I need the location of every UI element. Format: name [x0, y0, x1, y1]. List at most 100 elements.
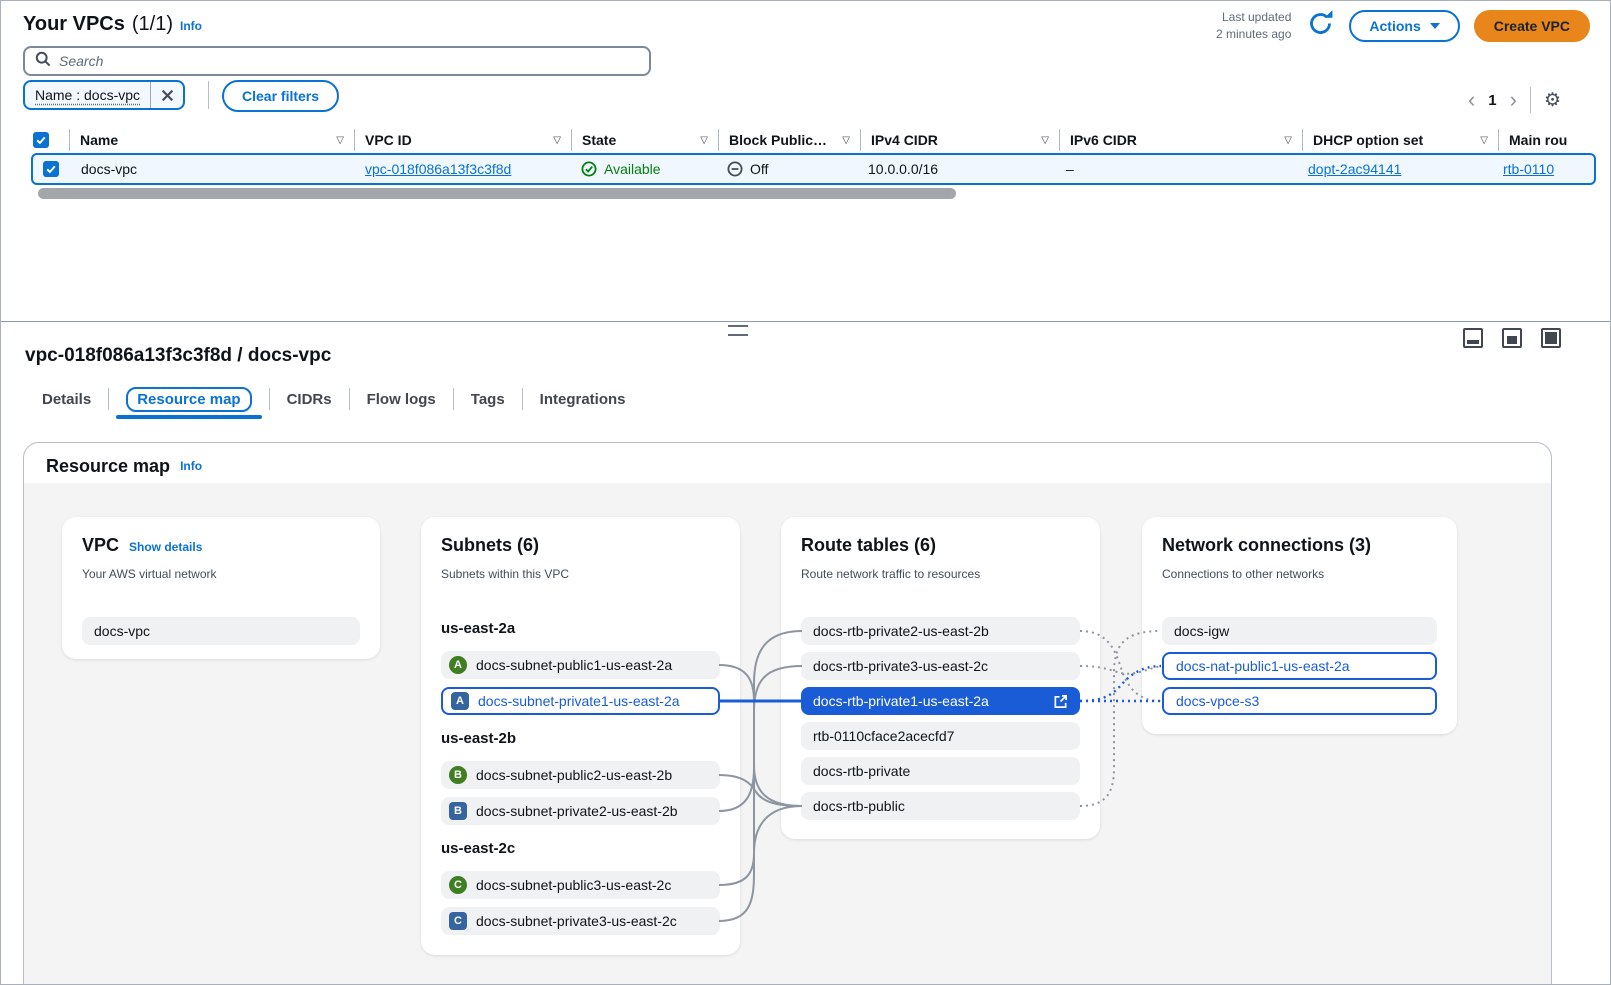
column-header-name[interactable]: Name ▽ [70, 125, 354, 155]
nat-gateway-node[interactable]: docs-nat-public1-us-east-2a [1162, 652, 1437, 680]
resource-map-info-link[interactable]: Info [180, 459, 202, 473]
filter-icon[interactable]: ▽ [553, 135, 561, 146]
main-route-table-link[interactable]: rtb-0110 [1503, 161, 1554, 177]
vpc-node[interactable]: docs-vpc [82, 617, 360, 645]
page-title: Your VPCs (1/1) Info [23, 13, 202, 36]
next-page-button[interactable]: › [1510, 89, 1517, 111]
pagination: ‹ 1 › ⚙ [1468, 87, 1561, 113]
clear-filters-button[interactable]: Clear filters [222, 80, 339, 112]
show-details-link[interactable]: Show details [129, 540, 202, 554]
az-header-us-east-2a: us-east-2a [441, 617, 720, 639]
column-header-ipv4[interactable]: IPv4 CIDR ▽ [861, 125, 1059, 155]
column-header-dhcp[interactable]: DHCP option set ▽ [1303, 125, 1498, 155]
column-label: Main rou [1509, 132, 1567, 148]
panel-size-small-icon[interactable] [1463, 328, 1483, 348]
previous-page-button[interactable]: ‹ [1468, 89, 1475, 111]
vpc-items: docs-vpc [82, 617, 360, 645]
subnet-node-private2[interactable]: B docs-subnet-private2-us-east-2b [441, 797, 720, 825]
actions-button[interactable]: Actions [1349, 10, 1459, 42]
subnet-items: us-east-2a A docs-subnet-public1-us-east… [441, 617, 720, 943]
create-vpc-button[interactable]: Create VPC [1474, 10, 1590, 42]
vpc-id-link[interactable]: vpc-018f086a13f3c3f8d [365, 161, 511, 177]
column-label: Name [80, 132, 118, 148]
column-header-block-public[interactable]: Block Public… ▽ [719, 125, 860, 155]
subnet-node-private1-selected[interactable]: A docs-subnet-private1-us-east-2a [441, 687, 720, 715]
state-label: Available [604, 161, 661, 177]
caret-down-icon [1430, 23, 1440, 29]
column-header-main-route[interactable]: Main rou [1499, 125, 1610, 155]
filter-icon[interactable]: ▽ [1041, 135, 1049, 146]
tab-cidrs[interactable]: CIDRs [270, 383, 349, 415]
tab-resource-map[interactable]: Resource map [109, 383, 268, 415]
vpc-count: (1/1) [132, 13, 173, 36]
route-table-label: rtb-0110cface2acecfd7 [813, 728, 954, 744]
column-label: IPv4 CIDR [871, 132, 938, 148]
az-a-badge: A [449, 656, 467, 674]
external-link-icon [1053, 694, 1068, 709]
network-connection-label: docs-nat-public1-us-east-2a [1176, 658, 1350, 674]
subnet-node-public2[interactable]: B docs-subnet-public2-us-east-2b [441, 761, 720, 789]
tab-details[interactable]: Details [25, 383, 108, 415]
vpc-column: VPC Show details Your AWS virtual networ… [62, 517, 380, 659]
search-icon [35, 51, 51, 72]
dhcp-option-set-link[interactable]: dopt-2ac94141 [1308, 161, 1401, 177]
cell-ipv4: 10.0.0.0/16 [858, 161, 1056, 177]
cell-ipv6: – [1056, 161, 1298, 177]
panel-size-medium-icon[interactable] [1502, 328, 1522, 348]
route-table-node-selected[interactable]: docs-rtb-private1-us-east-2a [801, 687, 1080, 715]
route-tables-column: Route tables (6) Route network traffic t… [781, 517, 1100, 839]
filter-icon[interactable]: ▽ [1284, 135, 1292, 146]
remove-filter-button[interactable] [151, 82, 183, 108]
az-c-badge: C [449, 912, 467, 930]
last-updated: Last updated 2 minutes ago [1216, 9, 1291, 43]
last-updated-line1: Last updated [1216, 9, 1291, 26]
select-all-checkbox[interactable] [33, 132, 49, 148]
route-table-node[interactable]: docs-rtb-private3-us-east-2c [801, 652, 1080, 680]
row-checkbox[interactable] [43, 161, 59, 177]
refresh-button[interactable] [1305, 11, 1335, 41]
vpc-endpoint-node[interactable]: docs-vpce-s3 [1162, 687, 1437, 715]
network-connections-column: Network connections (3) Connections to o… [1142, 517, 1457, 734]
column-label: DHCP option set [1313, 132, 1423, 148]
filter-icon[interactable]: ▽ [1480, 135, 1488, 146]
subnet-node-public1[interactable]: A docs-subnet-public1-us-east-2a [441, 651, 720, 679]
current-page[interactable]: 1 [1488, 92, 1496, 109]
filter-icon[interactable]: ▽ [700, 135, 708, 146]
horizontal-scrollbar[interactable] [38, 188, 956, 199]
column-header-state[interactable]: State ▽ [572, 125, 718, 155]
tab-label: Details [42, 391, 91, 408]
subnets-column-subtitle: Subnets within this VPC [441, 567, 569, 581]
table-row[interactable]: docs-vpc vpc-018f086a13f3c3f8d Available… [31, 153, 1596, 185]
header-checkbox-cell [23, 125, 69, 155]
subnet-node-public3[interactable]: C docs-subnet-public3-us-east-2c [441, 871, 720, 899]
last-updated-line2: 2 minutes ago [1216, 26, 1291, 43]
tab-flow-logs[interactable]: Flow logs [350, 383, 453, 415]
subnet-node-private3[interactable]: C docs-subnet-private3-us-east-2c [441, 907, 720, 935]
split-panel-drag-handle[interactable] [728, 325, 748, 336]
detail-tabs: Details Resource map CIDRs Flow logs Tag… [25, 383, 643, 415]
cell-name: docs-vpc [71, 161, 355, 177]
column-header-ipv6[interactable]: IPv6 CIDR ▽ [1060, 125, 1302, 155]
column-label: Block Public… [729, 132, 827, 148]
route-table-node[interactable]: rtb-0110cface2acecfd7 [801, 722, 1080, 750]
column-header-vpc-id[interactable]: VPC ID ▽ [355, 125, 571, 155]
info-link[interactable]: Info [180, 19, 202, 33]
preferences-gear-icon[interactable]: ⚙ [1544, 91, 1561, 110]
internet-gateway-node[interactable]: docs-igw [1162, 617, 1437, 645]
resource-map-title: Resource map [46, 456, 170, 477]
tab-tags[interactable]: Tags [454, 383, 522, 415]
route-table-node[interactable]: docs-rtb-public [801, 792, 1080, 820]
route-table-node[interactable]: docs-rtb-private2-us-east-2b [801, 617, 1080, 645]
tab-label: CIDRs [287, 391, 332, 408]
tab-integrations[interactable]: Integrations [523, 383, 643, 415]
filter-icon[interactable]: ▽ [842, 135, 850, 146]
create-vpc-button-label: Create VPC [1494, 18, 1570, 34]
column-label: VPC ID [365, 132, 412, 148]
vpc-console-page: Your VPCs (1/1) Info Last updated 2 minu… [0, 0, 1611, 985]
table-header-row: Name ▽ VPC ID ▽ State ▽ Block Public… ▽ … [1, 125, 1610, 155]
search-input[interactable]: Search [23, 46, 651, 76]
az-header-us-east-2c: us-east-2c [441, 837, 720, 859]
filter-icon[interactable]: ▽ [336, 135, 344, 146]
route-table-node[interactable]: docs-rtb-private [801, 757, 1080, 785]
panel-size-large-icon[interactable] [1541, 328, 1561, 348]
